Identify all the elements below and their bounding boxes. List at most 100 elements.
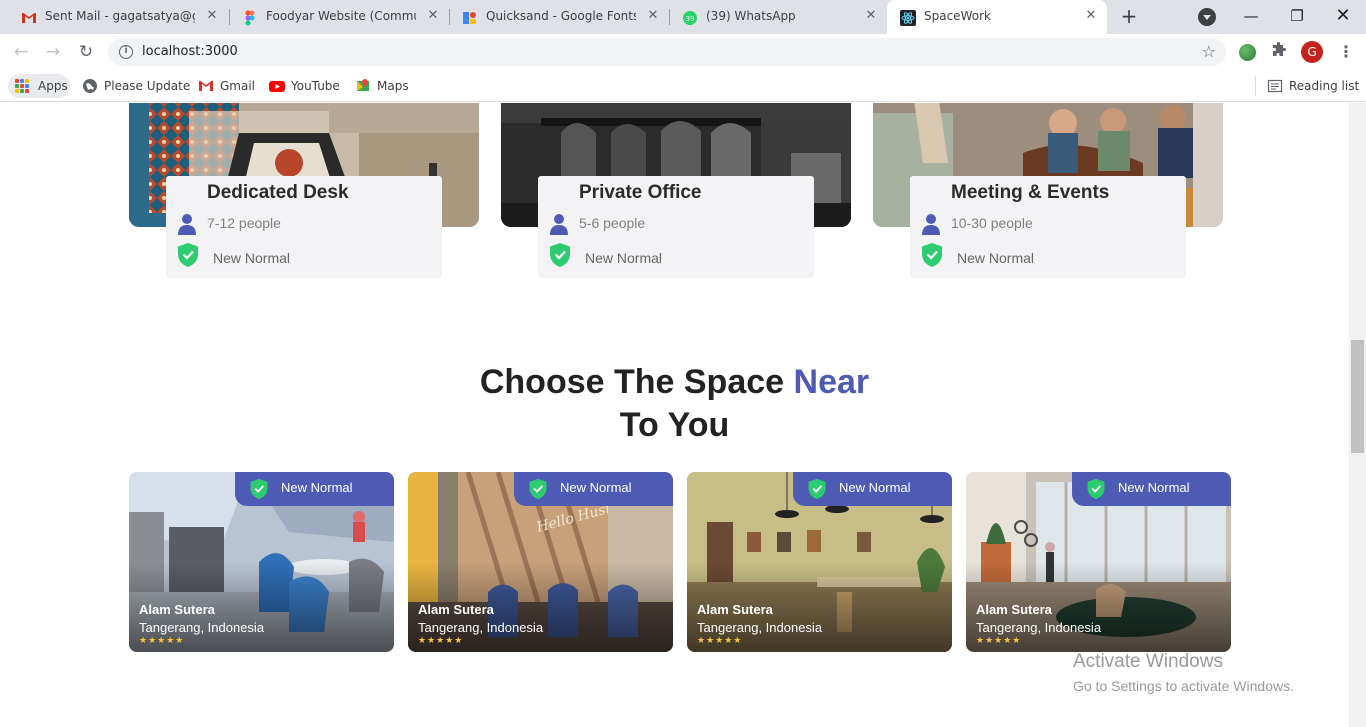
tab-title: Sent Mail - gagatsatya@gmail.com	[45, 9, 195, 23]
maps-icon	[357, 79, 369, 91]
gmail-icon	[199, 81, 213, 91]
service-badge-text: New Normal	[585, 250, 663, 266]
space-name: Alam Sutera	[139, 602, 215, 617]
person-icon	[550, 214, 568, 235]
shield-check-icon	[808, 478, 826, 500]
bookmark-label: Please Update	[104, 79, 191, 93]
bookmark-label: Gmail	[220, 79, 256, 93]
tab-whatsapp[interactable]: 39 (39) WhatsApp ✕	[669, 0, 887, 34]
service-capacity: 5-6 people	[579, 215, 646, 231]
bookmark-label: Maps	[377, 79, 409, 93]
react-icon	[900, 10, 916, 26]
tab-title: (39) WhatsApp	[706, 9, 796, 23]
bookmark-label: Apps	[38, 79, 68, 93]
activate-windows-watermark: Activate Windows Go to Settings to activ…	[1073, 651, 1294, 694]
apps-grid-icon	[15, 79, 29, 93]
reading-list-icon	[1267, 79, 1283, 93]
youtube-icon	[269, 81, 285, 92]
tab-search-icon[interactable]	[1198, 8, 1216, 26]
tab-gmail[interactable]: Sent Mail - gagatsatya@gmail.com ✕	[8, 0, 228, 34]
badge-label: New Normal	[839, 480, 911, 495]
section-title-accent: Near	[793, 363, 870, 401]
service-capacity: 7-12 people	[207, 215, 281, 231]
space-card[interactable]: New Normal Alam Sutera Tangerang, Indone…	[687, 472, 952, 652]
forward-button[interactable]: →	[42, 42, 64, 64]
whatsapp-icon: 39	[683, 11, 697, 25]
minimize-button[interactable]: —	[1236, 4, 1266, 28]
window-close-button[interactable]: ✕	[1328, 4, 1358, 28]
bookmark-label: Reading list	[1289, 79, 1360, 93]
space-name: Alam Sutera	[418, 602, 494, 617]
bookmark-apps[interactable]: Apps	[8, 74, 70, 98]
url-text[interactable]: localhost:3000	[142, 44, 238, 59]
space-card[interactable]: Hello Hustler New Normal Alam Sutera Tan…	[408, 472, 673, 652]
figma-icon	[245, 10, 255, 26]
service-title: Private Office	[579, 182, 702, 203]
shield-check-icon	[250, 478, 268, 500]
shield-check-icon	[178, 243, 198, 267]
globe-icon	[83, 79, 97, 93]
divider	[1255, 76, 1256, 96]
space-location: Tangerang, Indonesia	[139, 620, 265, 635]
section-title-part2: To You	[619, 406, 730, 444]
shield-check-icon	[1087, 478, 1105, 500]
service-card[interactable]: Dedicated Desk 7-12 people New Normal	[166, 176, 442, 278]
close-icon[interactable]: ✕	[1083, 8, 1099, 24]
bookmark-star-icon[interactable]: ☆	[1202, 42, 1216, 61]
person-icon	[178, 214, 196, 235]
space-card[interactable]: New Normal Alam Sutera Tangerang, Indone…	[129, 472, 394, 652]
space-card[interactable]: New Normal Alam Sutera Tangerang, Indone…	[966, 472, 1231, 652]
watermark-title: Activate Windows	[1073, 651, 1223, 672]
profile-avatar[interactable]: G	[1301, 41, 1323, 63]
info-icon[interactable]: i	[119, 45, 133, 59]
section-title: Choose The Space Near To You	[0, 361, 1349, 447]
tab-google-fonts[interactable]: Quicksand - Google Fonts ✕	[449, 0, 669, 34]
badge-label: New Normal	[1118, 480, 1190, 495]
bookmark-label: YouTube	[291, 79, 340, 93]
service-title: Meeting & Events	[951, 182, 1110, 203]
new-tab-button[interactable]: +	[1117, 6, 1141, 28]
service-badge-text: New Normal	[213, 250, 291, 266]
tab-title: SpaceWork	[924, 9, 991, 23]
star-rating: ★★★★★	[139, 636, 185, 646]
menu-kebab-icon[interactable]: ⋮	[1338, 42, 1354, 61]
service-badge-text: New Normal	[957, 250, 1035, 266]
close-icon[interactable]: ✕	[645, 8, 661, 24]
tab-title: Foodyar Website (Community)	[266, 9, 416, 23]
google-fonts-icon	[463, 12, 476, 24]
space-location: Tangerang, Indonesia	[976, 620, 1102, 635]
new-normal-badge: New Normal	[1072, 472, 1231, 506]
service-card[interactable]: Private Office 5-6 people New Normal	[538, 176, 814, 278]
scrollbar-thumb[interactable]	[1351, 340, 1364, 453]
watermark-subtitle: Go to Settings to activate Windows.	[1073, 678, 1294, 694]
shield-check-icon	[550, 243, 570, 267]
tab-figma[interactable]: Foodyar Website (Community) ✕	[229, 0, 449, 34]
badge-label: New Normal	[281, 480, 353, 495]
gmail-icon	[22, 13, 36, 23]
space-location: Tangerang, Indonesia	[697, 620, 823, 635]
reload-button[interactable]: ↻	[75, 42, 97, 64]
extensions-puzzle-icon[interactable]	[1271, 42, 1287, 58]
service-card[interactable]: Meeting & Events 10-30 people New Normal	[910, 176, 1186, 278]
toolbar: ← → ↻ i localhost:3000 ☆	[0, 34, 1366, 70]
space-name: Alam Sutera	[697, 602, 773, 617]
address-bar[interactable]: i localhost:3000 ☆	[108, 38, 1226, 66]
close-icon[interactable]: ✕	[204, 8, 220, 24]
badge-label: New Normal	[560, 480, 632, 495]
svg-text:39: 39	[686, 15, 695, 23]
back-button[interactable]: ←	[10, 42, 32, 64]
close-icon[interactable]: ✕	[425, 8, 441, 24]
vertical-scrollbar[interactable]	[1349, 103, 1366, 727]
close-icon[interactable]: ✕	[863, 8, 879, 24]
star-rating: ★★★★★	[976, 636, 1022, 646]
star-rating: ★★★★★	[418, 636, 464, 646]
space-name: Alam Sutera	[976, 602, 1052, 617]
tab-strip: Sent Mail - gagatsatya@gmail.com ✕ Foody…	[0, 0, 1366, 34]
new-normal-badge: New Normal	[514, 472, 673, 506]
restore-button[interactable]: ❐	[1282, 4, 1312, 28]
extension-globe-icon[interactable]	[1239, 44, 1256, 61]
bookmarks-bar: Apps Please Update Gmail YouTube Maps Re…	[0, 70, 1366, 102]
new-normal-badge: New Normal	[235, 472, 394, 506]
person-icon	[922, 214, 940, 235]
tab-spacework[interactable]: SpaceWork ✕	[887, 0, 1107, 34]
